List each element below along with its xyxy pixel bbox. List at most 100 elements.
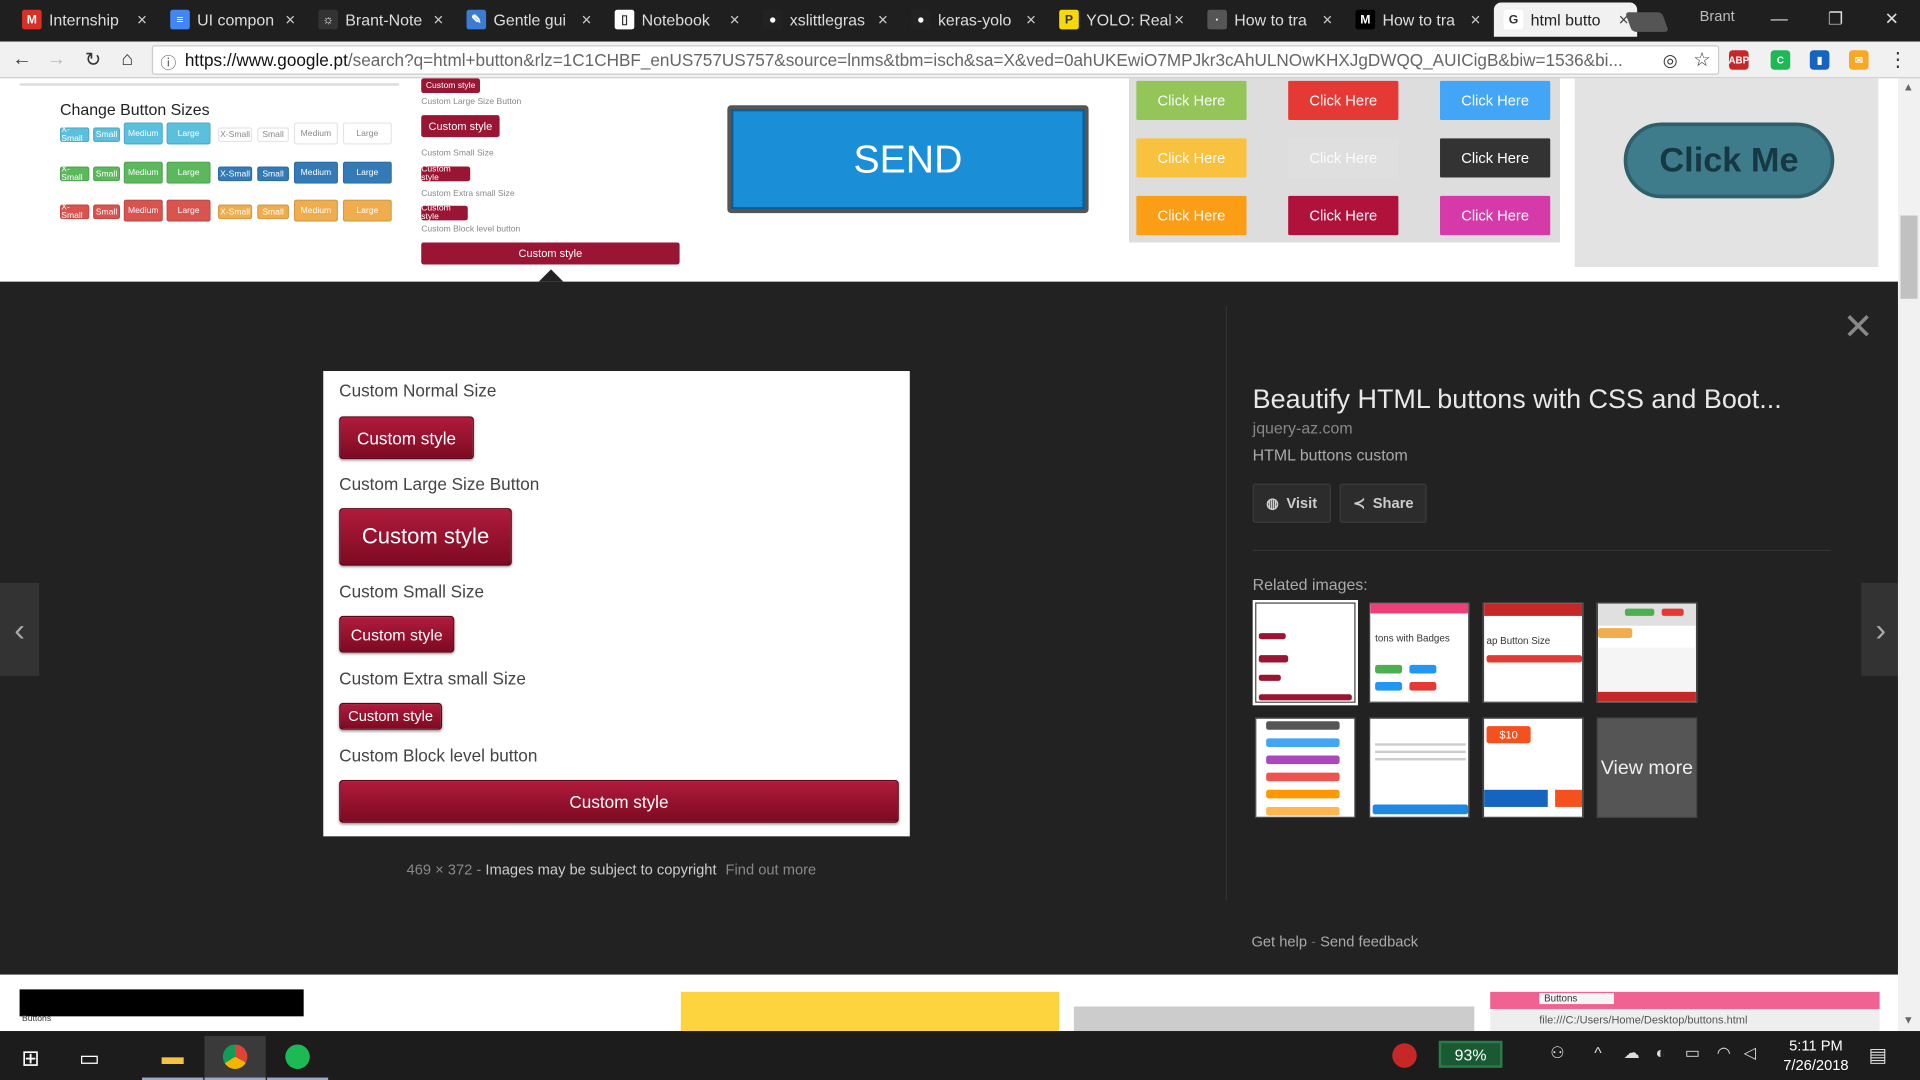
related-image-1[interactable] [1252,600,1358,706]
info-icon[interactable]: ⓘ [160,50,176,73]
close-window-button[interactable]: ✕ [1864,0,1920,37]
system-clock[interactable]: 5:11 PM 7/26/2018 [1773,1036,1859,1075]
browser-tab[interactable]: ≡ UI compon × [160,2,303,36]
result-thumbnail-click-here[interactable]: Click Here Click Here Click Here Click Here… [1128,78,1561,243]
browser-tab[interactable]: M How to tra × [1346,2,1489,36]
custom-large-button: Custom style [339,508,512,566]
tab-label: UI compon [197,10,275,29]
result-thumbnail-click-me[interactable]: Click Me [1574,78,1879,267]
close-tab-icon[interactable]: × [133,10,150,30]
action-center-icon[interactable]: ▤ [1869,1043,1888,1067]
bug-icon: ☼ [318,9,338,30]
previous-image-button[interactable]: ‹ [0,582,40,676]
close-tab-icon[interactable]: × [1022,10,1039,30]
next-image-button[interactable]: › [1861,582,1901,676]
battery-icon[interactable]: ▭ [1685,1043,1700,1063]
result-title[interactable]: Beautify HTML buttons with CSS and Boot.… [1253,383,1782,415]
browser-tab[interactable]: ☼ Brant-Note × [309,2,452,36]
send-feedback-link[interactable]: Send feedback [1320,933,1418,950]
result-thumbnail-gray[interactable] [1073,1006,1475,1032]
browser-tab[interactable]: ● keras-yolo × [901,2,1044,36]
minimize-button[interactable]: — [1751,0,1807,37]
maximize-button[interactable]: ❐ [1807,0,1863,37]
people-icon[interactable]: ⚇ [1550,1043,1564,1063]
share-label: Share [1372,494,1414,512]
scroll-down-icon[interactable]: ▼ [1903,1014,1914,1026]
related-image-7[interactable]: $10 [1482,717,1584,818]
size-sample-button: Medium [293,161,338,184]
back-icon[interactable]: ← [10,48,34,72]
close-tab-icon[interactable]: × [1467,10,1484,30]
result-site[interactable]: jquery-az.com [1253,419,1353,437]
browser-tab[interactable]: ✎ Gentle gui × [457,2,600,36]
size-sample-button: Large [342,199,392,222]
home-icon[interactable]: ⌂ [115,48,139,72]
related-image-6[interactable] [1368,717,1470,818]
browser-tab[interactable]: ▯ Notebook × [605,2,748,36]
close-tab-icon[interactable]: × [1319,10,1336,30]
pj-icon: P [1059,9,1079,30]
close-tab-icon[interactable]: × [578,10,595,30]
result-thumbnail-browser[interactable]: Buttons file:///C:/Users/Home/Desktop/bu… [1490,991,1880,1032]
location-icon[interactable]: ◎ [1658,48,1682,72]
onedrive-icon[interactable]: ☁ [1624,1043,1640,1063]
scrollbar-thumb[interactable] [1900,215,1918,299]
spotify-icon[interactable] [266,1036,329,1080]
adblock-icon[interactable]: ABP [1728,50,1749,70]
close-tab-icon[interactable]: × [874,10,891,30]
browser-tab[interactable]: P YOLO: Real × [1049,2,1192,36]
mail-extension-icon[interactable]: ✉ [1848,50,1869,70]
click-here-sample: Click Here [1136,195,1247,236]
related-image-5[interactable] [1255,717,1356,818]
get-help-link[interactable]: Get help [1251,933,1307,950]
result-thumbnail-sizes[interactable]: Change Button Sizes X-Small Small Medium La… [20,78,400,264]
wifi-icon[interactable]: ◠ [1717,1043,1731,1063]
browser-tab[interactable]: Ghtml butto × [1493,2,1638,37]
battery-indicator[interactable]: 93% [1438,1040,1503,1068]
result-thumbnail-buttons-dark[interactable] [19,989,304,1017]
close-tab-icon[interactable]: × [726,10,743,30]
related-image-3[interactable]: ap Button Size [1482,602,1584,703]
related-image-2[interactable]: tons with Badges [1368,602,1470,703]
address-bar[interactable]: ⓘ https://www.google.pt/search?q=html+bu… [151,45,1720,75]
reload-icon[interactable]: ↻ [81,48,105,72]
windows-start-icon[interactable]: ⊞ [0,1036,61,1080]
scroll-up-icon[interactable]: ▲ [1903,81,1914,93]
preview-image[interactable]: Custom Normal Size Custom style Custom L… [323,371,910,837]
close-tab-icon[interactable]: × [430,10,447,30]
bookmark-star-icon[interactable]: ☆ [1690,48,1714,72]
new-tab-button[interactable] [1625,12,1669,32]
tray-app-icon[interactable] [1392,1043,1417,1068]
find-out-more-link[interactable]: Find out more [726,861,817,878]
volume-icon[interactable]: ◁ [1744,1043,1756,1063]
grammarly-icon[interactable]: C [1770,50,1791,70]
tray-circle-icon[interactable]: ◐ [1656,1043,1666,1061]
browser-tab[interactable]: M Internship × [12,2,155,36]
chrome-icon[interactable] [204,1035,266,1080]
result-thumbnail-yellow[interactable] [680,991,1060,1032]
extension-icon[interactable]: ▮ [1809,50,1830,70]
page-icon: ▯ [614,9,635,30]
click-here-sample: Click Here [1136,138,1247,178]
tray-expand-icon[interactable]: ^ [1594,1043,1601,1061]
task-view-icon[interactable]: ▭ [59,1036,120,1080]
result-thumbnail-send[interactable]: SEND [727,105,1089,214]
size-sample-button: Small [93,127,121,143]
browser-tab[interactable]: · How to tra × [1198,2,1341,36]
site-icon: ✎ [466,9,487,30]
close-tab-icon[interactable]: × [282,10,299,30]
related-image-4[interactable] [1596,602,1698,703]
close-icon[interactable]: ✕ [1843,306,1874,349]
result-thumbnail-custom[interactable]: Custom style Custom Large Size Button Cust… [421,78,681,265]
file-explorer-icon[interactable]: ▬ [142,1036,204,1080]
close-tab-icon[interactable]: × [1171,10,1188,30]
menu-icon[interactable]: ⋮ [1886,48,1910,72]
forward-icon[interactable]: → [44,48,68,72]
browser-tab[interactable]: ● xslittlegras × [753,2,896,36]
profile-name[interactable]: Brant [1700,7,1735,24]
view-more-button[interactable]: View more [1596,717,1698,818]
visit-button[interactable]: ◍ Visit [1252,483,1331,523]
custom-xsmall-button: Custom style [339,702,443,730]
size-sample-button: Small [93,204,121,220]
share-button[interactable]: ≺ Share [1339,483,1428,523]
